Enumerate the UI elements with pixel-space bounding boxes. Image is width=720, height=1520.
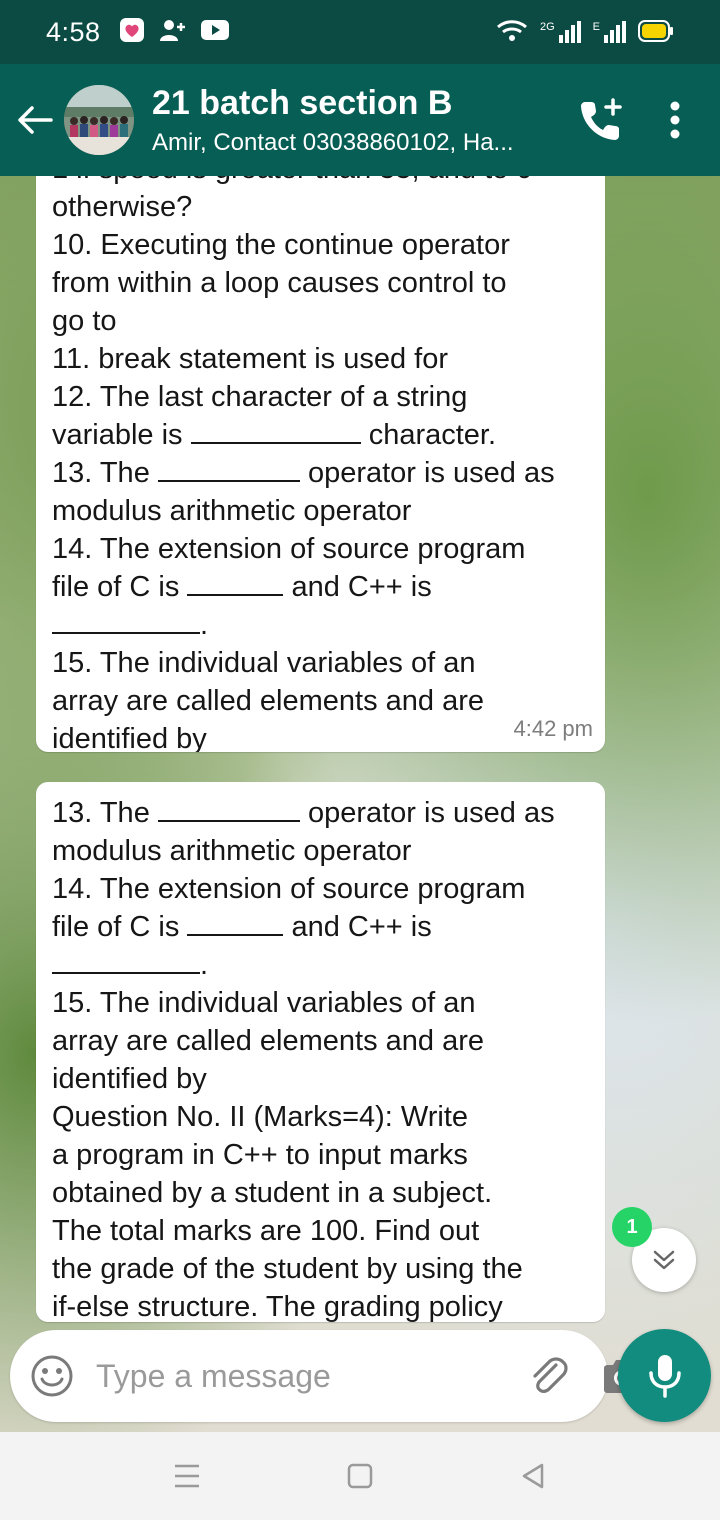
message-input[interactable]: [96, 1357, 516, 1395]
message-text: and C++ is: [291, 571, 432, 603]
status-time: 4:58: [46, 16, 101, 47]
message-text: character.: [368, 419, 497, 451]
heart-app-icon: [119, 17, 145, 48]
message-line: go to: [52, 305, 117, 337]
message-text: 13. The: [52, 457, 150, 489]
message-line: 10. Executing the continue operator: [52, 229, 510, 261]
message-line: the grade of the student by using the: [52, 1253, 523, 1285]
fill-blank: [190, 422, 361, 444]
message-text: 13. The: [52, 797, 150, 829]
message-line: 11. break statement is used for: [52, 343, 449, 375]
message-line: file of C is and C++ is: [52, 568, 589, 606]
message-line: a program in C++ to input marks: [52, 1139, 468, 1171]
chat-info[interactable]: 21 batch section B Amir, Contact 0303886…: [152, 84, 566, 157]
microphone-icon: [648, 1354, 681, 1398]
message-time: 4:42 pm: [513, 716, 594, 741]
message-line: 14. The extension of source program: [52, 533, 526, 565]
message-line: array are called elements and are: [52, 685, 485, 717]
message-line: variable is character.: [52, 416, 589, 454]
header-actions: [566, 85, 700, 155]
more-options-button[interactable]: [650, 85, 700, 155]
message-line: 13. The operator is used as: [52, 794, 589, 832]
message-line: 15. The individual variables of an: [52, 647, 476, 679]
add-contact-icon: [159, 17, 187, 48]
message-line: Question No. II (Marks=4): Write: [52, 1101, 469, 1133]
message-bubble[interactable]: 13. The operator is used as modulus arit…: [36, 782, 605, 1322]
battery-icon: [638, 19, 674, 45]
message-line: .: [52, 606, 589, 644]
message-line: .: [52, 946, 589, 984]
group-avatar[interactable]: [64, 85, 134, 155]
message-text: variable is: [52, 419, 183, 451]
arrow-left-icon: [18, 106, 53, 134]
message-line: array are called elements and are: [52, 1025, 485, 1057]
message-bubble[interactable]: 1 if speed is greater than 55, and to 0 …: [36, 176, 605, 752]
back-nav-button[interactable]: [503, 1446, 563, 1506]
message-text: operator is used as: [307, 797, 555, 829]
status-right-icons: 2G E: [496, 19, 674, 46]
fill-blank: [52, 952, 200, 974]
message-line: The total marks are 100. Find out: [52, 1215, 480, 1247]
message-line: identified by: [52, 723, 207, 752]
message-line: from within a loop causes control to: [52, 267, 507, 299]
fill-blank: [157, 460, 300, 482]
chat-subtitle: Amir, Contact 03038860102, Ha...: [152, 128, 514, 156]
system-navigation-bar: [0, 1432, 720, 1520]
message-line: 13. The operator is used as: [52, 454, 589, 492]
message-line: if-else structure. The grading policy: [52, 1291, 503, 1322]
message-line: modulus arithmetic operator: [52, 835, 412, 867]
notification-icons: [119, 17, 229, 48]
message-line: otherwise?: [52, 191, 193, 223]
youtube-icon: [200, 19, 229, 46]
emoji-button[interactable]: [30, 1353, 74, 1399]
more-vertical-icon: [670, 101, 680, 139]
status-bar: 4:58 2G E: [0, 0, 720, 64]
menu-lines-icon: [174, 1464, 199, 1488]
home-button[interactable]: [330, 1446, 390, 1506]
chat-title: 21 batch section B: [152, 83, 453, 122]
square-icon: [347, 1463, 373, 1489]
fill-blank: [157, 800, 300, 822]
triangle-back-icon: [523, 1463, 544, 1489]
paperclip-icon: [533, 1357, 568, 1393]
double-chevron-down-icon: [653, 1250, 675, 1270]
add-call-button[interactable]: [566, 85, 636, 155]
wifi-icon: [496, 19, 528, 46]
recent-apps-button[interactable]: [157, 1446, 217, 1506]
fill-blank: [187, 574, 284, 596]
attach-button[interactable]: [526, 1348, 572, 1404]
message-line: modulus arithmetic operator: [52, 495, 412, 527]
message-line: identified by: [52, 1063, 207, 1095]
voice-message-button[interactable]: [618, 1329, 711, 1422]
message-composer: [10, 1330, 640, 1422]
message-text: .: [200, 949, 209, 981]
group-photo-icon: [64, 85, 134, 155]
unread-count-badge: 1: [612, 1207, 652, 1247]
message-text: and C++ is: [291, 911, 432, 943]
message-line: 12. The last character of a string: [52, 381, 468, 413]
network-e-label: E: [592, 21, 600, 33]
fill-blank: [187, 914, 284, 936]
phone-plus-icon: [581, 98, 622, 140]
chat-area[interactable]: 1 if speed is greater than 55, and to 0 …: [0, 176, 720, 1432]
message-line: 15. The individual variables of an: [52, 987, 476, 1019]
signal-2g-icon: 2G: [540, 21, 581, 43]
message-line: file of C is and C++ is: [52, 908, 589, 946]
smiley-icon: [31, 1355, 73, 1397]
fill-blank: [52, 612, 200, 634]
message-text: file of C is: [52, 571, 180, 603]
message-text: file of C is: [52, 911, 180, 943]
message-line: obtained by a student in a subject.: [52, 1177, 493, 1209]
message-text: operator is used as: [307, 457, 555, 489]
signal-e-icon: E: [593, 21, 626, 43]
message-line: 1 if speed is greater than 55, and to 0: [52, 176, 589, 188]
back-button[interactable]: [8, 90, 62, 150]
message-line: 14. The extension of source program: [52, 873, 526, 905]
chat-header: 21 batch section B Amir, Contact 0303886…: [0, 64, 720, 176]
network-2g-label: 2G: [539, 21, 555, 33]
message-text: .: [200, 609, 209, 641]
